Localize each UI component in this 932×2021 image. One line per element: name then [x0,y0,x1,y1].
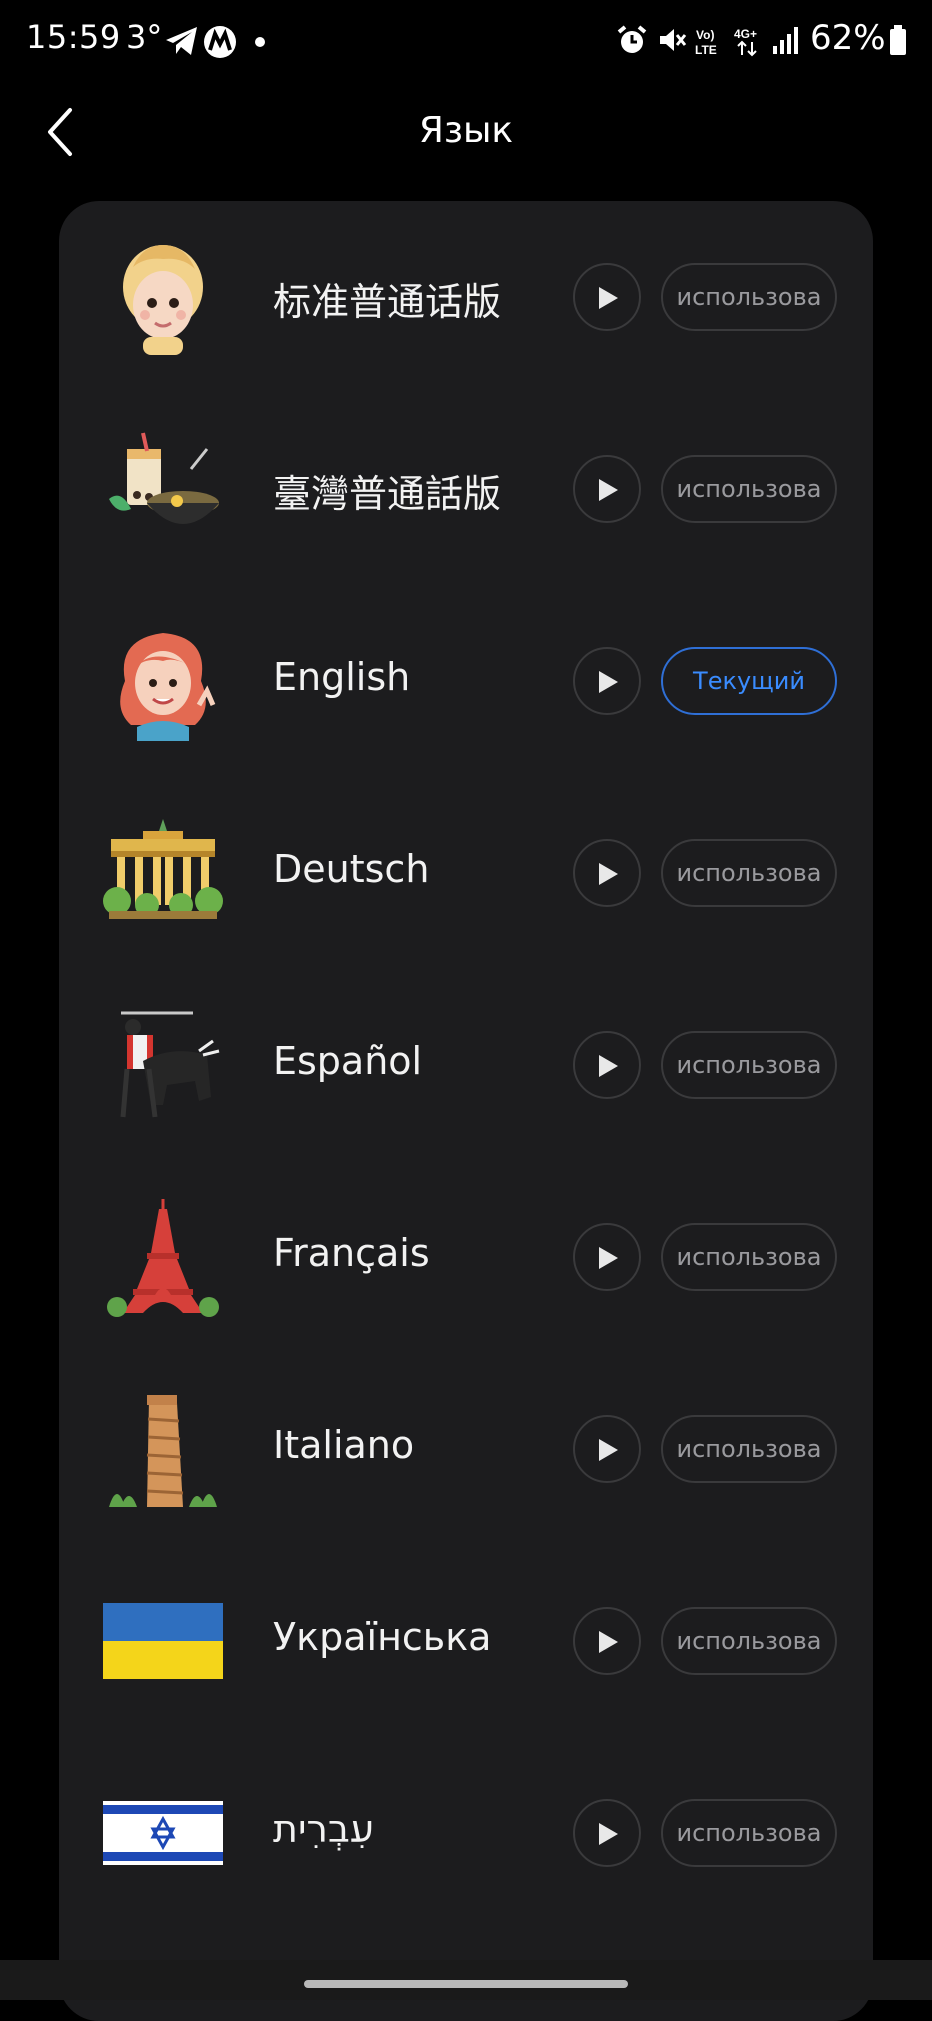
volte-icon: Vo) LTE [695,28,717,57]
play-icon [599,863,618,885]
language-label: 臺灣普通話版 [273,472,502,516]
play-icon [599,287,618,309]
telegram-icon [166,27,197,55]
play-preview-button[interactable] [573,839,641,907]
play-preview-button[interactable] [573,455,641,523]
language-label: עִבְרִית [273,1807,375,1851]
list-item: English Текущий [59,585,873,777]
list-item: עִבְרִית использова [59,1737,873,1929]
navigation-bar [0,1960,932,2000]
language-list-card: 标准普通话版 использова 臺灣普通話版 использова Engl… [59,201,873,2021]
blonde-avatar-icon [123,245,203,355]
list-item: 标准普通话版 использова [59,201,873,393]
eiffel-tower-icon [107,1199,219,1317]
status-bar: 15:59 3° Vo) LTE 4G+ 62% [0,0,932,84]
play-icon [599,1439,618,1461]
play-preview-button[interactable] [573,1223,641,1291]
4g-icon: 4G+ [734,27,757,57]
brandenburg-gate-icon [103,819,223,919]
play-preview-button[interactable] [573,263,641,331]
play-icon [599,1631,618,1653]
use-language-button[interactable]: использова [661,455,837,523]
status-time: 15:59 [26,18,121,56]
use-language-button[interactable]: использова [661,1223,837,1291]
play-preview-button[interactable] [573,1607,641,1675]
play-icon [599,671,618,693]
leaning-tower-icon [109,1395,217,1507]
israel-flag-icon [103,1801,223,1865]
alarm-icon [617,25,647,53]
use-language-button[interactable]: использова [661,1799,837,1867]
play-preview-button[interactable] [573,647,641,715]
use-language-button[interactable]: использова [661,1415,837,1483]
language-label: English [273,655,411,699]
svg-text:LTE: LTE [695,43,717,57]
home-indicator[interactable] [304,1980,628,1988]
list-item: Українська использова [59,1545,873,1737]
play-preview-button[interactable] [573,1031,641,1099]
use-language-button[interactable]: использова [661,1031,837,1099]
redhead-avatar-icon [120,633,216,741]
language-label: Deutsch [273,847,430,891]
mute-icon [660,29,687,51]
language-label: Українська [273,1615,492,1659]
list-item: Français использова [59,1161,873,1353]
signal-icon [773,27,798,54]
bubble-tea-noodles-icon [109,432,219,524]
svg-text:4G+: 4G+ [734,27,757,41]
app-icon [204,26,236,58]
battery-icon [890,25,906,55]
list-item: Español использова [59,969,873,1161]
use-language-button[interactable]: использова [661,1607,837,1675]
status-temperature: 3° [126,18,163,56]
matador-bull-icon [120,1011,220,1118]
play-preview-button[interactable] [573,1799,641,1867]
ukraine-flag-icon [103,1603,223,1679]
use-language-button[interactable]: использова [661,839,837,907]
list-item: Deutsch использова [59,777,873,969]
play-icon [599,1055,618,1077]
play-preview-button[interactable] [573,1415,641,1483]
play-icon [599,1823,618,1845]
list-item: Italiano использова [59,1353,873,1545]
language-label: Español [273,1039,423,1083]
dot-icon [255,37,265,47]
svg-text:Vo): Vo) [696,28,714,42]
play-icon [599,1247,618,1269]
page-title: Язык [418,110,514,151]
use-language-button[interactable]: использова [661,263,837,331]
battery-percentage: 62% [810,18,886,58]
language-label: Français [273,1231,430,1275]
language-label: 标准普通话版 [273,280,502,324]
current-language-badge[interactable]: Текущий [661,647,837,715]
play-icon [599,479,618,501]
list-item: 臺灣普通話版 использова [59,393,873,585]
language-label: Italiano [273,1423,415,1467]
